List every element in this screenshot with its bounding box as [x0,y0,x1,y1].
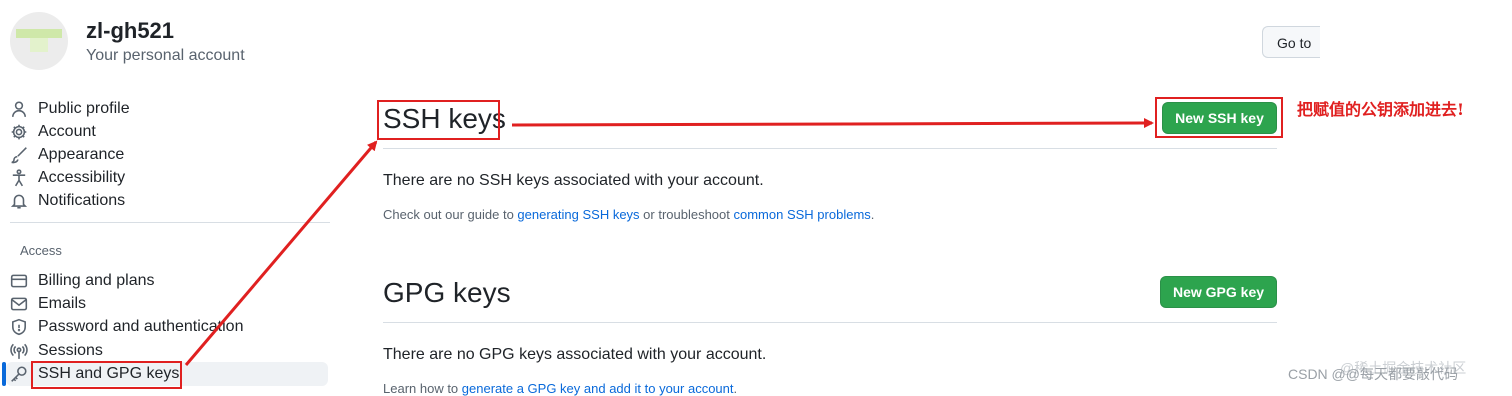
annotation-arrows [184,118,1154,366]
csdn-watermark: CSDN @@每天都要敲代码 [1288,366,1458,382]
arrow-to-new-ssh-button [511,118,1154,129]
annotation-text: 把赋值的公钥添加进去! [1297,100,1465,119]
arrow-to-ssh-title [184,140,378,366]
